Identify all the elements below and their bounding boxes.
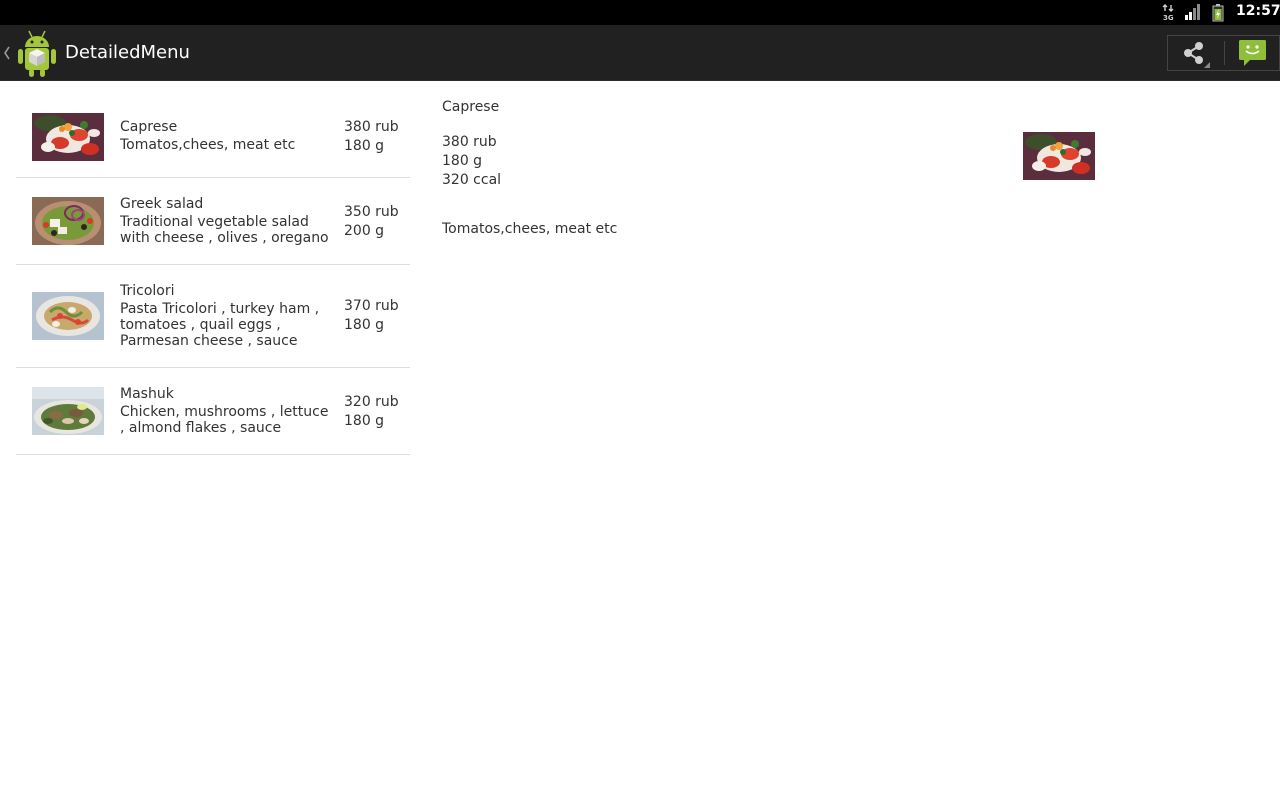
share-button[interactable]	[1168, 36, 1224, 70]
list-item[interactable]: Tricolori Pasta Tricolori , turkey ham ,…	[16, 265, 410, 368]
detail-description: Tomatos,chees, meat etc	[442, 221, 618, 237]
item-weight: 200 g	[344, 223, 385, 239]
item-weight: 180 g	[344, 317, 385, 333]
battery-charging-icon	[1212, 4, 1224, 22]
item-info: Mashuk Chicken, mushrooms , lettuce , al…	[120, 385, 335, 436]
signal-strength-icon	[1185, 4, 1200, 20]
item-price: 320 rub	[344, 394, 399, 410]
item-price: 380 rub	[344, 119, 399, 135]
greek-salad-photo	[32, 197, 104, 245]
share-icon	[1184, 42, 1210, 68]
status-bar: 3G 12:57	[0, 0, 1280, 25]
item-price-weight: 370 rub 180 g	[344, 297, 410, 335]
item-price: 370 rub	[344, 298, 399, 314]
item-name: Tricolori	[120, 283, 175, 299]
item-info: Tricolori Pasta Tricolori , turkey ham ,…	[120, 282, 335, 349]
svg-text:3G: 3G	[1163, 14, 1174, 22]
chat-button[interactable]	[1225, 36, 1280, 70]
item-info: Greek salad Traditional vegetable salad …	[120, 195, 335, 246]
detail-stats: 380 rub 180 g 320 ccal	[442, 133, 501, 190]
list-item[interactable]: Caprese Tomatos,chees, meat etc 380 rub …	[16, 98, 410, 178]
caprese-salad-photo	[32, 113, 104, 161]
list-item[interactable]: Greek salad Traditional vegetable salad …	[16, 178, 410, 265]
item-price-weight: 350 rub 200 g	[344, 203, 410, 241]
item-description: Pasta Tricolori , turkey ham , tomatoes …	[120, 301, 320, 349]
status-clock: 12:57	[1236, 3, 1280, 19]
item-name: Caprese	[120, 119, 178, 135]
item-price-weight: 380 rub 180 g	[344, 118, 410, 156]
chat-bubble-icon	[1239, 40, 1266, 66]
item-price: 350 rub	[344, 204, 399, 220]
chevron-left-icon[interactable]	[3, 43, 11, 63]
item-weight: 180 g	[344, 413, 385, 429]
app-title: DetailedMenu	[65, 42, 190, 63]
item-price-weight: 320 rub 180 g	[344, 393, 410, 431]
mashuk-salad-photo	[32, 387, 104, 435]
action-buttons-group	[1167, 35, 1280, 71]
menu-list: Caprese Tomatos,chees, meat etc 380 rub …	[16, 98, 410, 455]
item-description: Tomatos,chees, meat etc	[120, 137, 296, 153]
item-name: Greek salad	[120, 196, 204, 212]
android-robot-logo[interactable]	[14, 28, 60, 78]
detail-weight: 180 g	[442, 153, 483, 169]
tricolori-pasta-photo	[32, 292, 104, 340]
detail-price: 380 rub	[442, 134, 497, 150]
item-info: Caprese Tomatos,chees, meat etc	[120, 118, 335, 153]
item-description: Traditional vegetable salad with cheese …	[120, 214, 329, 246]
action-bar: DetailedMenu	[0, 25, 1280, 81]
item-description: Chicken, mushrooms , lettuce , almond fl…	[120, 404, 329, 436]
3g-data-icon: 3G	[1162, 4, 1174, 22]
item-weight: 180 g	[344, 138, 385, 154]
item-name: Mashuk	[120, 386, 174, 402]
detail-photo	[1023, 132, 1095, 180]
detail-calories: 320 ccal	[442, 172, 502, 188]
list-item[interactable]: Mashuk Chicken, mushrooms , lettuce , al…	[16, 368, 410, 455]
detail-name: Caprese	[442, 99, 500, 115]
